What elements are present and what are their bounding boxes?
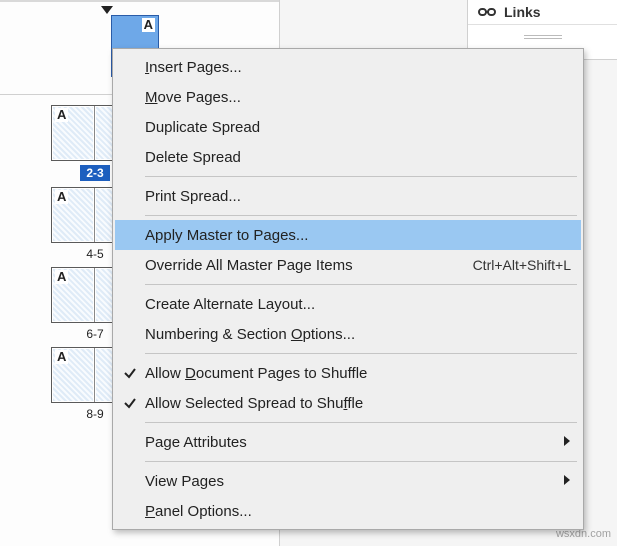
menu-item[interactable]: Override All Master Page Items Ctrl+Alt+S… [115, 250, 581, 280]
menu-item-label: Print Spread... [145, 188, 571, 205]
menu-item-label: Insert Pages... [145, 59, 571, 76]
menu-item-label: Override All Master Page Items [145, 257, 455, 274]
menu-item[interactable]: Delete Spread [115, 142, 581, 172]
menu-separator [145, 176, 577, 177]
menu-item-label: Panel Options... [145, 503, 571, 520]
menu-item[interactable]: Page Attributes [115, 427, 581, 457]
menu-item-label: Duplicate Spread [145, 119, 571, 136]
panel-grip-icon[interactable] [468, 35, 617, 45]
menu-separator [145, 422, 577, 423]
menu-item[interactable]: Panel Options... [115, 496, 581, 526]
menu-item-label: Allow Document Pages to Shuffle [145, 365, 571, 382]
check-icon [123, 366, 137, 380]
context-menu: Insert Pages... Move Pages... Duplicate Sp… [112, 48, 584, 530]
menu-item[interactable]: Duplicate Spread [115, 112, 581, 142]
menu-separator [145, 284, 577, 285]
submenu-arrow-icon [555, 434, 571, 450]
master-letter-badge: A [55, 108, 68, 122]
master-letter-badge: A [55, 350, 68, 364]
menu-item-label: View Pages [145, 473, 555, 490]
section-marker-icon [101, 6, 113, 14]
menu-item[interactable]: Print Spread... [115, 181, 581, 211]
panel-divider [0, 0, 279, 2]
master-letter-badge: A [55, 270, 68, 284]
menu-item-label: Delete Spread [145, 149, 571, 166]
menu-separator [145, 353, 577, 354]
master-letter-badge: A [55, 190, 68, 204]
menu-item[interactable]: Create Alternate Layout... [115, 289, 581, 319]
check-icon [123, 396, 137, 410]
menu-item[interactable]: Apply Master to Pages... [115, 220, 581, 250]
menu-gutter [115, 366, 145, 380]
menu-item[interactable]: View Pages [115, 466, 581, 496]
menu-item-label: Numbering & Section Options... [145, 326, 571, 343]
page-label: 6-7 [86, 327, 103, 341]
links-icon [478, 6, 496, 18]
page-label: 4-5 [86, 247, 103, 261]
links-panel-title: Links [504, 4, 541, 20]
menu-item[interactable]: Insert Pages... [115, 52, 581, 82]
menu-item-label: Page Attributes [145, 434, 555, 451]
menu-shortcut: Ctrl+Alt+Shift+L [473, 257, 571, 273]
master-letter-badge: A [142, 18, 155, 32]
menu-item[interactable]: Allow Document Pages to Shuffle [115, 358, 581, 388]
page-label: 2-3 [80, 165, 109, 181]
submenu-arrow-icon [555, 473, 571, 489]
menu-item-label: Create Alternate Layout... [145, 296, 571, 313]
menu-item[interactable]: Move Pages... [115, 82, 581, 112]
menu-separator [145, 461, 577, 462]
page-label: 8-9 [86, 407, 103, 421]
menu-separator [145, 215, 577, 216]
menu-item-label: Apply Master to Pages... [145, 227, 571, 244]
links-panel-header[interactable]: Links [468, 0, 617, 25]
menu-item-label: Allow Selected Spread to Shuffle [145, 395, 571, 412]
menu-item[interactable]: Numbering & Section Options... [115, 319, 581, 349]
menu-item[interactable]: Allow Selected Spread to Shuffle [115, 388, 581, 418]
menu-gutter [115, 396, 145, 410]
menu-item-label: Move Pages... [145, 89, 571, 106]
